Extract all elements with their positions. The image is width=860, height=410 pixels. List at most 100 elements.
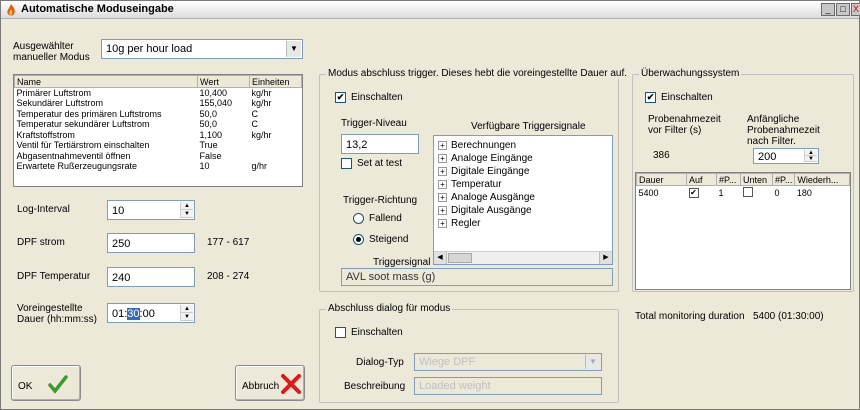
expand-icon[interactable]: +	[438, 153, 447, 163]
spin-down-icon[interactable]: ▼	[805, 156, 817, 162]
trigger-signal-value: AVL soot mass (g)	[346, 271, 436, 283]
log-interval-stepper[interactable]: 10 ▲ ▼	[107, 200, 195, 220]
trigger-signal-field: AVL soot mass (g)	[341, 268, 613, 286]
col-header[interactable]: Wiederh...	[794, 173, 850, 186]
tree-item[interactable]: + Digitale Eingänge	[438, 166, 529, 177]
spin-buttons[interactable]: ▲ ▼	[180, 305, 193, 321]
col-header[interactable]: Dauer	[636, 173, 687, 186]
scroll-left-icon[interactable]: ◀	[434, 252, 447, 264]
col-header-value[interactable]: Wert	[197, 75, 250, 88]
dpf-temp-input[interactable]: 240	[107, 267, 195, 287]
row-value: 155,040	[199, 98, 233, 109]
tree-item[interactable]: + Berechnungen	[438, 140, 516, 151]
table-row[interactable]: Ventil für Tertiärstrom einschalten True	[15, 140, 302, 151]
duration-value: 01:30:00	[112, 308, 155, 320]
col-header-units[interactable]: Einheiten	[249, 75, 302, 88]
maximize-button[interactable]: □	[836, 3, 850, 16]
duration-minutes-selected[interactable]: 30	[127, 308, 140, 320]
duration-label-line1: Voreingestellte	[17, 303, 83, 314]
col-header[interactable]: #P...	[716, 173, 741, 186]
falling-radio[interactable]	[353, 213, 364, 224]
trigger-level-input[interactable]: 13,2	[341, 134, 419, 154]
col-header[interactable]: Auf	[686, 173, 717, 186]
description-label: Beschreibung	[344, 381, 406, 392]
table-row[interactable]: Temperatur des primären Luftstroms 50,0 C	[15, 109, 302, 120]
row-value: False	[199, 150, 222, 161]
tree-item[interactable]: + Regler	[438, 218, 480, 229]
tree-item[interactable]: + Analoge Ausgänge	[438, 192, 535, 203]
monitoring-enable-checkbox[interactable]: ✔	[645, 92, 656, 103]
dpf-strom-range: 177 - 617	[207, 237, 250, 248]
description-input: Loaded weight	[414, 377, 602, 395]
dpf-temp-range: 208 - 274	[207, 271, 250, 282]
table-row[interactable]: Kraftstoffstrom 1,100 kg/hr	[15, 130, 302, 141]
spin-up-icon[interactable]: ▲	[181, 305, 193, 313]
expand-icon[interactable]: +	[438, 166, 447, 176]
set-at-test-checkbox[interactable]	[341, 158, 352, 169]
param-table-header: Name Wert Einheiten	[14, 75, 302, 88]
expand-icon[interactable]: +	[438, 140, 447, 150]
total-duration-value: 5400 (01:30:00)	[753, 311, 824, 322]
spin-down-icon[interactable]: ▼	[181, 313, 193, 321]
scrollbar-thumb[interactable]	[448, 253, 472, 263]
cell-down-checkbox[interactable]	[741, 186, 773, 200]
row-value: 1,100	[199, 129, 223, 140]
sample-time-value: 386	[653, 150, 670, 161]
expand-icon[interactable]: +	[438, 179, 447, 189]
trigger-enable-checkbox[interactable]: ✔	[335, 92, 346, 103]
duration-stepper[interactable]: 01:30:00 ▲ ▼	[107, 303, 195, 323]
expand-icon[interactable]: +	[438, 192, 447, 202]
initial-label-line2: Probenahmezeit	[747, 125, 820, 136]
table-row[interactable]: Primärer Luftstrom 10,400 kg/hr	[15, 88, 302, 99]
expand-icon[interactable]: +	[438, 205, 447, 215]
table-row[interactable]: Temperatur sekundärer Luftstrom 50,0 C	[15, 119, 302, 130]
table-row[interactable]: Abgasentnahmeventil öffnen False	[15, 151, 302, 162]
spin-up-icon[interactable]: ▲	[181, 202, 193, 210]
table-row[interactable]: Sekundärer Luftstrom 155,040 kg/hr	[15, 98, 302, 109]
col-header[interactable]: #P...	[771, 173, 796, 186]
cancel-button-label: Abbruch	[242, 381, 280, 392]
tree-item-label: Berechnungen	[451, 140, 517, 151]
red-x-icon	[281, 374, 301, 394]
row-unit	[250, 151, 302, 162]
signals-tree[interactable]: + Berechnungen + Analoge Eingänge + Digital…	[433, 135, 613, 265]
tree-item[interactable]: + Digitale Ausgänge	[438, 205, 532, 216]
signals-header: Verfügbare Triggersignale	[471, 121, 586, 132]
tree-item-label: Analoge Ausgänge	[451, 192, 535, 203]
dpf-strom-input[interactable]: 250	[107, 233, 195, 253]
scroll-right-icon[interactable]: ▶	[599, 252, 612, 264]
table-row[interactable]: 5400 ✔ 1 0 180	[637, 186, 850, 200]
ok-button-label: OK	[18, 381, 33, 392]
cell-duration[interactable]: 5400	[637, 186, 687, 200]
initial-label-line1: Anfängliche	[747, 114, 800, 125]
expand-icon[interactable]: +	[438, 218, 447, 228]
mode-select[interactable]: 10g per hour load ▼	[101, 39, 303, 59]
falling-label: Fallend	[369, 213, 402, 224]
cell-repeat[interactable]: 180	[795, 186, 850, 200]
spin-buttons[interactable]: ▲ ▼	[804, 150, 817, 162]
cell-p1[interactable]: 1	[717, 186, 741, 200]
ok-button[interactable]: OK	[11, 365, 81, 401]
tree-item[interactable]: + Temperatur	[438, 179, 502, 190]
col-header[interactable]: Unten	[740, 173, 773, 186]
cell-up-checkbox[interactable]: ✔	[687, 186, 717, 200]
table-row[interactable]: Erwartete Rußerzeugungsrate 10 g/hr	[15, 161, 302, 172]
spin-buttons[interactable]: ▲ ▼	[180, 202, 193, 218]
initial-time-stepper[interactable]: 200 ▲ ▼	[753, 148, 819, 164]
close-button[interactable]: X	[851, 3, 860, 16]
rising-radio[interactable]	[353, 234, 364, 245]
cancel-button[interactable]: Abbruch	[235, 365, 305, 401]
horizontal-scrollbar[interactable]: ◀ ▶	[434, 251, 612, 264]
checkbox-checked[interactable]: ✔	[688, 188, 699, 199]
checkbox-unchecked[interactable]	[742, 186, 753, 197]
cell-p2[interactable]: 0	[773, 186, 795, 200]
row-unit: kg/hr	[251, 88, 272, 98]
tree-item[interactable]: + Analoge Eingänge	[438, 153, 533, 164]
minimize-button[interactable]: _	[821, 3, 835, 16]
col-header-name[interactable]: Name	[14, 75, 198, 88]
monitoring-group-title: Überwachungssystem	[639, 68, 742, 79]
flame-app-icon	[7, 4, 15, 16]
chevron-down-icon[interactable]: ▼	[286, 41, 301, 57]
spin-down-icon[interactable]: ▼	[181, 210, 193, 218]
closing-enable-checkbox[interactable]	[335, 327, 346, 338]
